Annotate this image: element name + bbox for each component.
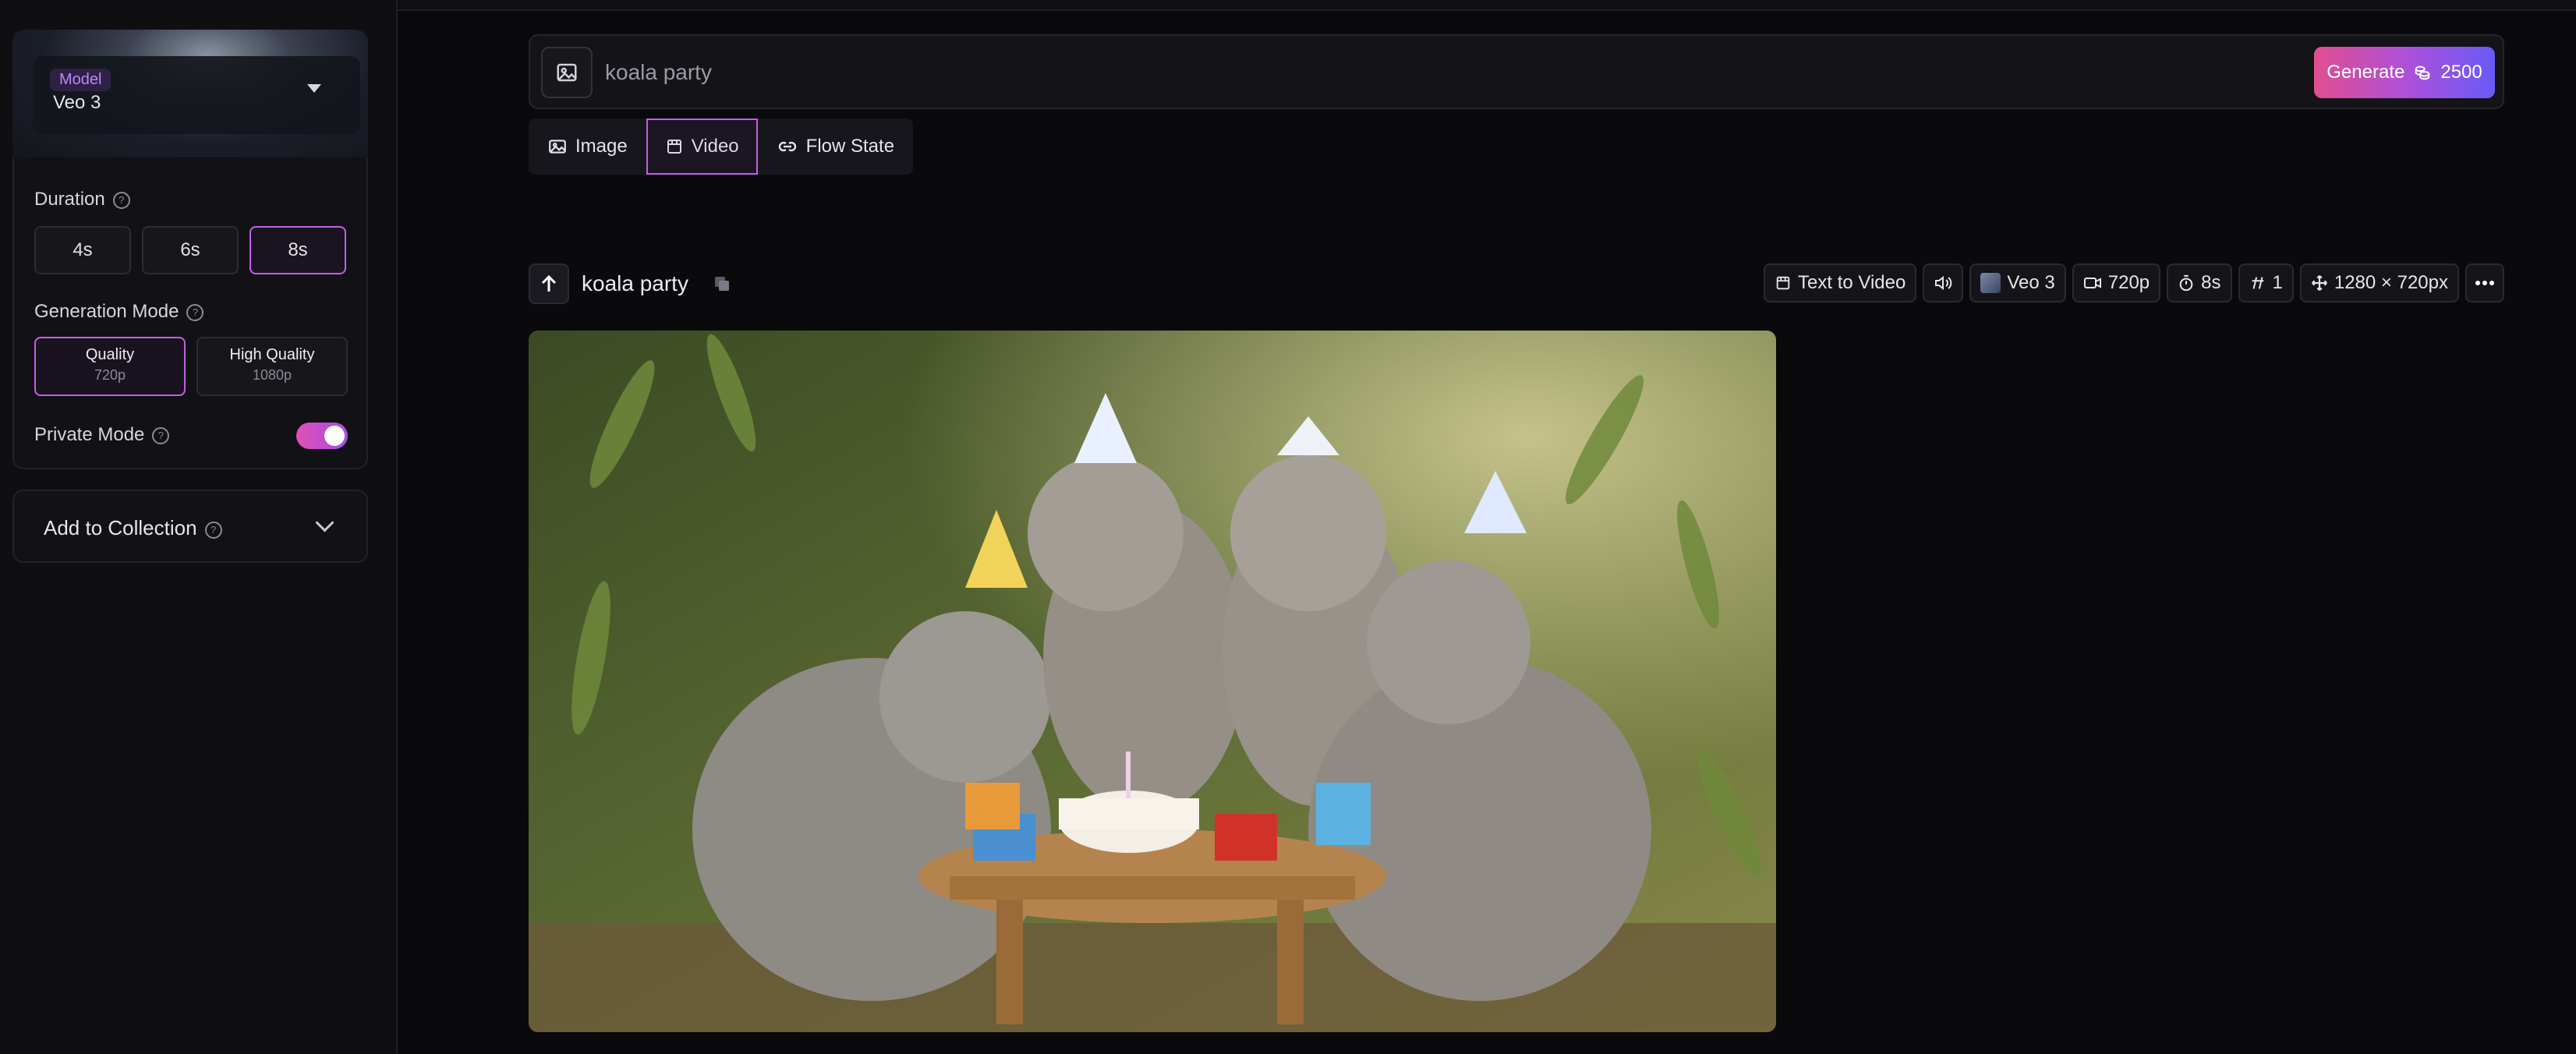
arrow-up-icon (541, 274, 557, 292)
mode-title: Quality (85, 346, 135, 363)
chip-label: 1280 × 720px (2334, 272, 2448, 293)
chip-resolution: 720p (2072, 264, 2161, 302)
mode-option-quality[interactable]: Quality 720p (34, 337, 186, 396)
scroll-up-button[interactable] (529, 264, 569, 304)
generate-label: Generate (2327, 62, 2405, 83)
duration-option-6s[interactable]: 6s (142, 226, 239, 274)
image-icon (549, 140, 566, 154)
mode-resolution: 1080p (252, 367, 292, 383)
add-to-collection-label: Add to Collection? (44, 516, 222, 540)
image-icon (557, 63, 577, 82)
chip-label: Veo 3 (2007, 272, 2055, 293)
tab-label: Image (575, 136, 628, 157)
chip-label: Text to Video (1798, 272, 1906, 293)
mode-title: High Quality (229, 346, 315, 363)
result-title: koala party (582, 271, 688, 295)
tab-image[interactable]: Image (529, 118, 646, 175)
prompt-input[interactable] (605, 55, 2164, 90)
count-icon (2252, 277, 2263, 289)
chip-duration: 8s (2167, 264, 2232, 302)
chip-label: 1 (2272, 272, 2283, 293)
add-to-collection[interactable]: Add to Collection? (12, 490, 368, 563)
chip-label: 8s (2201, 272, 2221, 293)
chip-count: 1 (2238, 264, 2294, 302)
speaker-icon (1935, 275, 1952, 291)
camera-icon (2083, 278, 2101, 288)
tab-label: Flow State (805, 136, 895, 157)
koala-party-image (529, 331, 1776, 1032)
chip-label: 720p (2107, 272, 2150, 293)
sidebar: Model Veo 3 Duration? 4s 6s 8s Generatio… (0, 0, 398, 1054)
private-mode-label: Private Mode? (34, 424, 170, 446)
help-icon[interactable]: ? (152, 427, 170, 444)
model-thumbnail (1980, 273, 2001, 293)
more-horizontal-icon (2475, 281, 2494, 285)
result-header: koala party Text to Video Veo 3 720p 8s … (529, 264, 2504, 304)
copy-icon[interactable] (713, 274, 731, 293)
tab-label: Video (691, 136, 739, 157)
video-icon (1776, 276, 1790, 290)
help-icon[interactable]: ? (112, 192, 130, 209)
video-icon (667, 140, 681, 154)
chip-model: Veo 3 (1969, 264, 2066, 302)
tab-flow-state[interactable]: Flow State (758, 118, 913, 175)
result-metadata: Text to Video Veo 3 720p 8s 1 1280 × 720… (1764, 264, 2504, 302)
top-strip (398, 0, 2576, 11)
mode-option-high-quality[interactable]: High Quality 1080p (196, 337, 348, 396)
generated-video-preview[interactable] (529, 331, 1776, 1032)
settings-panel: Duration? 4s 6s 8s Generation Mode? Qual… (12, 157, 368, 469)
private-mode-toggle[interactable] (296, 423, 348, 449)
chip-audio (1923, 264, 1964, 302)
coins-icon (2415, 65, 2430, 80)
generate-cost: 2500 (2440, 62, 2482, 83)
mode-tabs: Image Video Flow State (529, 118, 914, 175)
move-icon (2311, 275, 2327, 291)
prompt-bar: Generate 2500 (529, 34, 2504, 109)
image-upload-button[interactable] (541, 47, 593, 98)
generate-button[interactable]: Generate 2500 (2314, 47, 2495, 98)
tab-video[interactable]: Video (646, 118, 758, 175)
more-options-button[interactable] (2465, 264, 2504, 302)
help-icon[interactable]: ? (186, 304, 204, 321)
chip-generation-type: Text to Video (1764, 264, 1917, 302)
model-name: Veo 3 (53, 92, 101, 113)
model-tag: Model (50, 69, 111, 91)
chip-dimensions: 1280 × 720px (2299, 264, 2459, 302)
duration-label: Duration? (34, 189, 130, 210)
chevron-down-icon[interactable] (315, 513, 334, 532)
duration-option-8s[interactable]: 8s (249, 226, 346, 274)
chevron-down-icon[interactable] (307, 84, 321, 93)
help-icon[interactable]: ? (204, 522, 222, 539)
duration-option-4s[interactable]: 4s (34, 226, 131, 274)
generation-mode-label: Generation Mode? (34, 301, 204, 323)
mode-resolution: 720p (94, 367, 126, 383)
toggle-knob (324, 426, 345, 446)
timer-icon (2179, 274, 2193, 292)
link-icon (778, 141, 796, 152)
